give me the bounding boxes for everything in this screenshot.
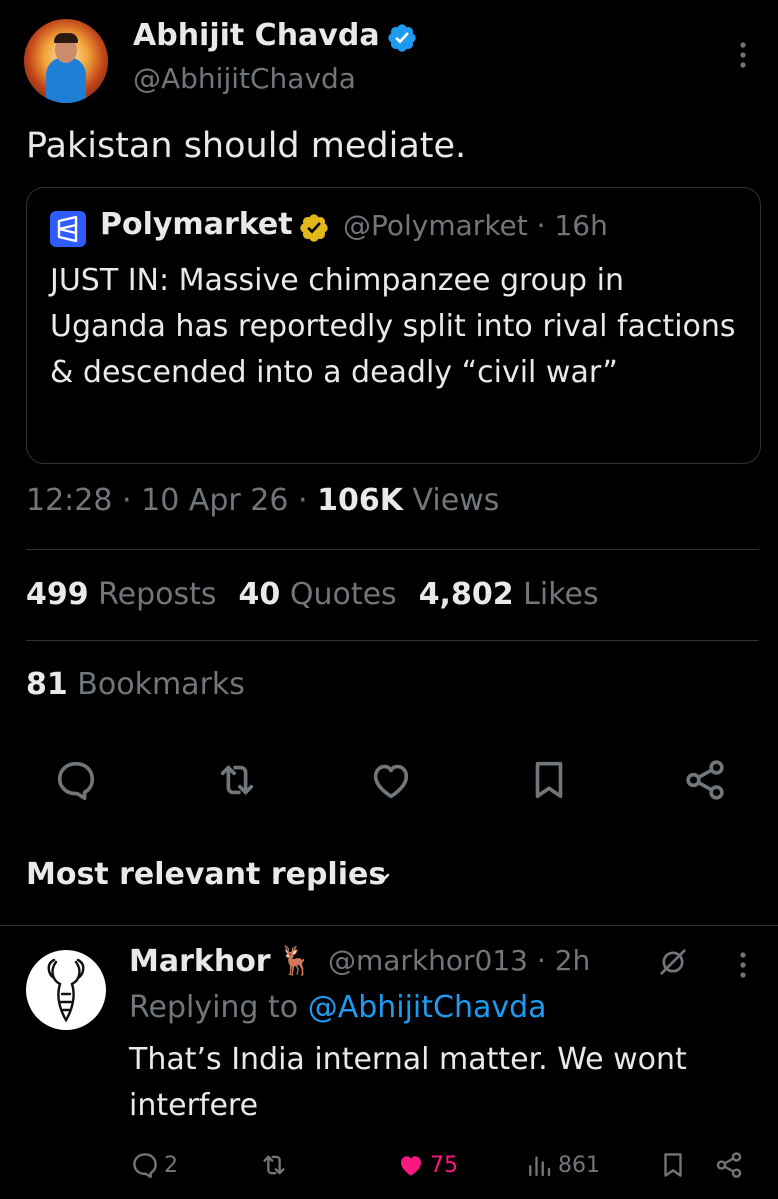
author-name[interactable]: Abhijit Chavda — [133, 18, 380, 53]
reply-icon — [133, 1153, 157, 1179]
view-count: 861 — [558, 1152, 600, 1178]
reply-bookmark-button[interactable] — [658, 1148, 688, 1182]
author-avatar[interactable] — [24, 19, 108, 103]
views-label: Views — [412, 483, 500, 518]
quoted-author-handle: @Polymarket — [343, 209, 528, 242]
replies-sort-label[interactable]: Most relevant replies — [26, 857, 386, 892]
likes-stat[interactable]: 4,802 Likes — [419, 577, 599, 612]
polymarket-logo-icon — [50, 211, 86, 247]
reposts-stat[interactable]: 499 Reposts — [26, 577, 217, 612]
bookmarks-stat[interactable]: 81 Bookmarks — [26, 667, 245, 702]
like-filled-icon — [401, 1156, 421, 1176]
engagement-stats: 499 Reposts 40 Quotes 4,802 Likes — [26, 577, 599, 612]
reply-icon[interactable] — [53, 757, 99, 803]
bookmark-icon[interactable] — [526, 757, 572, 803]
replying-to: Replying to @AbhijitChavda — [129, 990, 547, 1025]
quoted-author-name: Polymarket — [100, 207, 293, 242]
quoted-tweet-text: JUST IN: Massive chimpanzee group in Uga… — [50, 263, 736, 390]
repost-icon — [263, 1155, 285, 1175]
replying-to-link[interactable]: @AbhijitChavda — [308, 990, 547, 1025]
tweet-date[interactable]: 10 Apr 26 — [141, 483, 288, 518]
author-handle[interactable]: @AbhijitChavda — [133, 62, 356, 95]
more-options-icon[interactable] — [735, 40, 751, 70]
quoted-time: 16h — [554, 209, 608, 242]
divider — [26, 640, 759, 641]
tweet-time[interactable]: 12:28 — [26, 483, 112, 518]
tweet-text: Pakistan should mediate. — [26, 126, 467, 166]
verified-org-badge-icon — [300, 214, 328, 242]
reply-more-options-icon[interactable] — [735, 950, 751, 980]
reply-meta: @markhor013 · 2h — [328, 944, 591, 977]
reply-count: 2 — [164, 1152, 178, 1178]
analytics-icon — [529, 1156, 551, 1177]
reply-repost-button[interactable] — [259, 1148, 289, 1182]
divider — [26, 549, 759, 550]
share-icon — [716, 1152, 742, 1178]
reply-reply-button[interactable]: 2 — [130, 1148, 178, 1182]
reply-time[interactable]: 2h — [555, 944, 591, 977]
like-icon[interactable] — [368, 757, 414, 803]
reply-author-name[interactable]: Markhor — [129, 944, 271, 979]
reply-share-button[interactable] — [714, 1148, 744, 1182]
reply-avatar[interactable] — [26, 950, 106, 1030]
quoted-meta: @Polymarket · 16h — [343, 209, 608, 242]
bookmark-icon — [664, 1153, 682, 1177]
verified-badge-icon — [388, 24, 416, 52]
reply-text: That’s India internal matter. We wont in… — [129, 1042, 687, 1123]
tweet-meta: 12:28 · 10 Apr 26 · 106K Views — [26, 483, 500, 518]
grok-icon[interactable] — [656, 945, 690, 979]
chevron-down-icon[interactable] — [370, 866, 394, 890]
quotes-stat[interactable]: 40 Quotes — [239, 577, 397, 612]
divider — [0, 925, 778, 926]
share-icon[interactable] — [682, 757, 728, 803]
like-count: 75 — [430, 1152, 458, 1178]
views-count: 106K — [317, 483, 403, 518]
repost-icon[interactable] — [214, 757, 260, 803]
reply-author-handle[interactable]: @markhor013 — [328, 944, 528, 977]
reply-like-button[interactable]: 75 — [396, 1148, 458, 1182]
reply-views-button[interactable]: 861 — [524, 1148, 600, 1182]
deer-emoji: 🦌 — [278, 944, 313, 977]
